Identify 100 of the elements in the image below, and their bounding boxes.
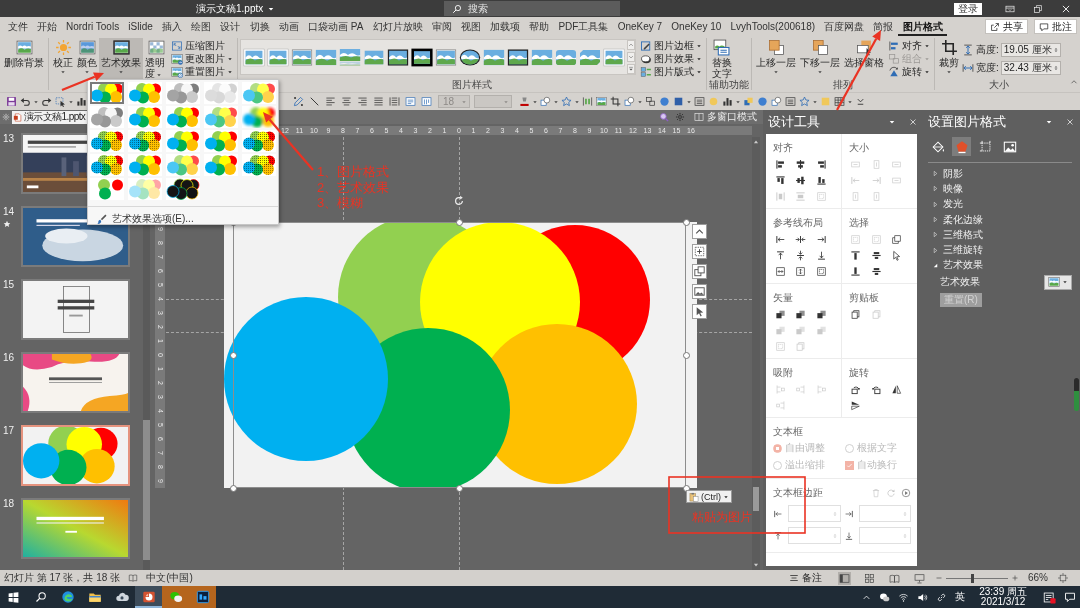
arrows-inward-icon[interactable] (795, 233, 807, 245)
square-icon[interactable] (672, 96, 684, 107)
ribbon-tab[interactable]: 图片格式 (898, 17, 948, 36)
width-field[interactable]: 32.43 厘米 (1000, 60, 1061, 75)
font-field[interactable] (474, 95, 512, 108)
resize-handle[interactable] (455, 484, 463, 492)
shapes-icon[interactable] (770, 96, 782, 107)
taskbar-app-button[interactable] (189, 586, 216, 608)
arrow-to-line-icon[interactable] (774, 233, 786, 245)
clock-date[interactable]: 2021/3/12 (980, 597, 1026, 607)
star-icon[interactable] (560, 96, 572, 107)
align-left-icon[interactable] (774, 158, 786, 170)
adjust-button[interactable]: 颜色 (75, 38, 99, 79)
caret-icon[interactable] (888, 118, 896, 126)
slide-thumbnail[interactable] (21, 279, 130, 340)
flip-icon[interactable] (891, 383, 903, 395)
art-effect-thumbnail[interactable] (90, 106, 124, 128)
group-icon[interactable] (644, 96, 656, 107)
plus-square-icon[interactable] (692, 244, 707, 259)
format-section-header[interactable]: 映像 (926, 181, 1074, 197)
multi-window-button[interactable]: 多窗口模式 (694, 110, 757, 124)
art-effect-thumbnail[interactable] (166, 82, 200, 104)
picture-style-thumbnail[interactable] (267, 47, 289, 67)
grid-icon[interactable] (863, 571, 876, 585)
resize-handle[interactable] (682, 351, 690, 359)
play-circle-icon[interactable] (901, 487, 911, 498)
art-effect-thumbnail[interactable] (128, 130, 162, 152)
align-bottom-icon[interactable] (815, 174, 827, 186)
plus-icon[interactable] (1011, 574, 1019, 582)
picture-style-thumbnail[interactable] (339, 47, 361, 67)
slide-thumbnail[interactable] (21, 352, 130, 413)
restore-icon[interactable] (1033, 3, 1043, 14)
art-effect-thumbnail[interactable] (166, 178, 200, 200)
margin-field[interactable] (858, 527, 911, 544)
ribbon-tab[interactable]: 文件 (3, 17, 33, 36)
scrollbar-thumb[interactable] (143, 420, 150, 560)
chat-bubbles-icon[interactable] (879, 591, 891, 603)
shapes-icon[interactable] (539, 96, 551, 107)
picture-style-thumbnail[interactable] (411, 47, 433, 67)
art-effect-thumbnail[interactable] (128, 178, 162, 200)
picture-style-thumbnail[interactable] (603, 47, 625, 67)
taskbar-app-button[interactable] (135, 586, 162, 608)
ribbon-tab[interactable]: iSlide (123, 17, 158, 36)
notes-button[interactable]: 备注 (789, 571, 822, 585)
menu-item[interactable]: 艺术效果选项(E)... (88, 211, 278, 227)
layers-icon[interactable] (795, 308, 807, 320)
ribbon-tab[interactable]: LvyhTools(200618) (725, 17, 820, 36)
art-effect-thumbnail[interactable] (128, 154, 162, 176)
clock-time[interactable]: 23:39 周五 (979, 587, 1027, 597)
arrow-to-line-icon[interactable] (815, 233, 827, 245)
align-center-icon[interactable] (795, 158, 807, 170)
art-effect-thumbnail[interactable] (204, 106, 238, 128)
triangle-down-icon[interactable] (753, 562, 759, 568)
ribbon-tab[interactable]: 帮助 (524, 17, 554, 36)
link-icon[interactable] (936, 591, 948, 603)
format-section-header[interactable]: 阴影 (926, 166, 1074, 182)
align-text-right-icon[interactable] (356, 96, 368, 107)
picture-style-thumbnail[interactable] (555, 47, 577, 67)
notification-list-icon[interactable] (1043, 590, 1056, 604)
ribbon-tab[interactable]: 加载项 (485, 17, 525, 36)
ribbon-display-icon[interactable] (1005, 3, 1015, 14)
art-effect-thumbnail[interactable] (128, 82, 162, 104)
ribbon-tab[interactable]: 开始 (32, 17, 62, 36)
search-field[interactable]: 搜索 (444, 1, 620, 16)
ribbon-tab[interactable]: 切换 (244, 17, 275, 36)
distribute-text-icon[interactable] (388, 96, 400, 107)
gear-icon[interactable] (675, 112, 685, 122)
chevron-down-icon[interactable] (627, 52, 635, 62)
color-bar-icon[interactable] (518, 96, 530, 107)
slide-thumbnail[interactable] (21, 498, 130, 559)
redo-icon[interactable] (40, 96, 52, 107)
ribbon-tab[interactable]: Nordri Tools (61, 17, 124, 36)
circle-icon[interactable] (658, 96, 670, 107)
format-section-header[interactable]: 三维旋转 (926, 242, 1074, 258)
ribbon-tab[interactable]: 幻灯片放映 (367, 17, 428, 36)
picture-style-thumbnail[interactable] (579, 47, 601, 67)
share-button[interactable]: 共享 (985, 19, 1028, 34)
distribute-icon[interactable] (581, 96, 593, 107)
chevron-up-icon[interactable] (692, 224, 707, 239)
art-effect-thumbnail[interactable] (242, 130, 276, 152)
close-icon[interactable] (1061, 3, 1071, 14)
art-effect-thumbnail[interactable] (204, 130, 238, 152)
shapes-icon[interactable] (623, 96, 635, 107)
zoom-level[interactable]: 66% (1028, 572, 1048, 584)
center-bar-icon[interactable] (870, 249, 882, 261)
zoom-slider-thumb[interactable] (970, 573, 974, 583)
picture-icon[interactable] (692, 284, 707, 299)
rotate-arrow-icon[interactable] (453, 195, 465, 207)
pencil-icon[interactable] (292, 96, 304, 107)
height-field[interactable]: 19.05 厘米 (1000, 42, 1061, 57)
resize-handle[interactable] (229, 484, 237, 492)
chevron-down-bar-icon[interactable] (854, 96, 866, 107)
wifi-icon[interactable] (898, 591, 910, 603)
sign-in-button[interactable]: 登录 (954, 2, 982, 15)
format-section-header[interactable]: 三维格式 (926, 227, 1074, 243)
resize-handle[interactable] (682, 218, 690, 226)
paste-options-button[interactable]: (Ctrl) (686, 490, 732, 503)
bar-chart-icon[interactable] (75, 96, 87, 107)
chevron-up-icon[interactable] (627, 40, 635, 50)
picture-style-thumbnail[interactable] (315, 47, 337, 67)
